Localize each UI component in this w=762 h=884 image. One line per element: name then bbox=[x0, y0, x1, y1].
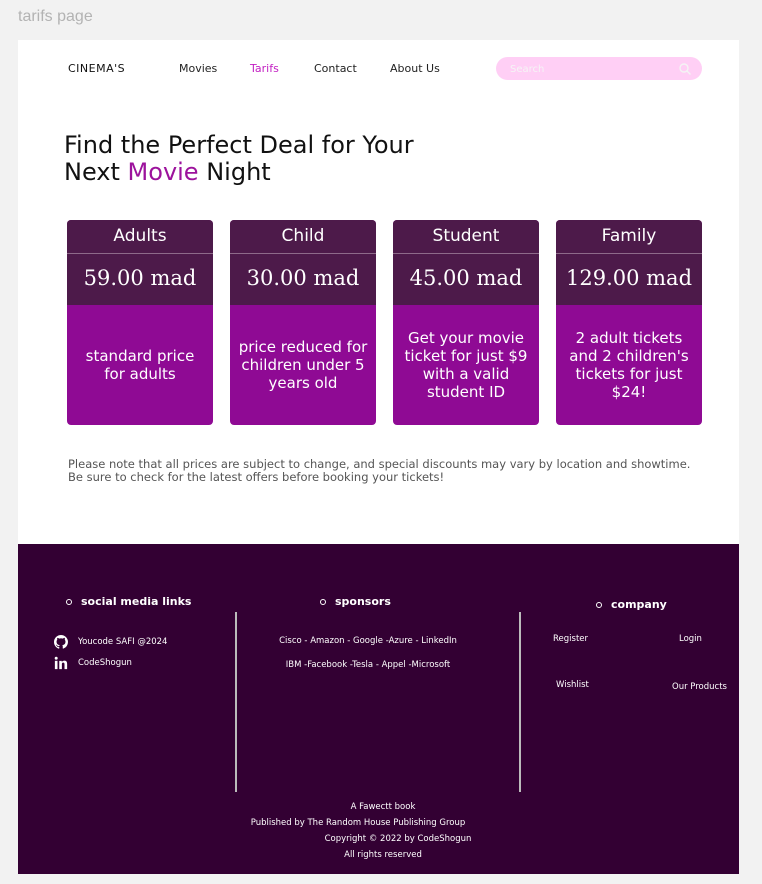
title-accent-word: Movie bbox=[127, 158, 199, 186]
pricing-card-family[interactable]: Family 129.00 mad 2 adult tickets and 2 … bbox=[556, 220, 702, 425]
company-link-our-products[interactable]: Our Products bbox=[672, 682, 727, 692]
card-description: Get your movie ticket for just $9 with a… bbox=[404, 329, 528, 401]
frame-label: tarifs page bbox=[18, 8, 93, 25]
tarifs-page: CINEMA'S Movies Tarifs Contact About Us … bbox=[18, 40, 739, 874]
credit-line: A Fawectt book bbox=[350, 802, 416, 812]
pricing-card-student[interactable]: Student 45.00 mad Get your movie ticket … bbox=[393, 220, 539, 425]
company-heading: company bbox=[596, 598, 667, 611]
card-price: 59.00 mad bbox=[67, 254, 213, 305]
footer-divider bbox=[519, 612, 521, 792]
bullet-icon bbox=[596, 602, 602, 608]
sponsors-line: IBM -Facebook -Tesla - Appel -Microsoft bbox=[285, 660, 451, 670]
social-label: CodeShogun bbox=[78, 658, 132, 668]
linkedin-icon bbox=[54, 656, 68, 670]
card-price: 30.00 mad bbox=[230, 254, 376, 305]
credit-line: Copyright © 2022 by CodeShogun bbox=[324, 834, 472, 844]
social-heading-label: social media links bbox=[81, 595, 192, 608]
nav-link-movies[interactable]: Movies bbox=[179, 62, 217, 75]
card-price: 45.00 mad bbox=[393, 254, 539, 305]
sponsors-line: Cisco - Amazon - Google -Azure - LinkedI… bbox=[279, 636, 457, 646]
page-title: Find the Perfect Deal for Your Next Movi… bbox=[64, 132, 484, 186]
footer: social media links Youcode SAFI @2024 Co… bbox=[18, 544, 739, 874]
nav-link-about-us[interactable]: About Us bbox=[390, 62, 440, 75]
nav-link-tarifs[interactable]: Tarifs bbox=[250, 62, 279, 75]
title-line-2-start: Next bbox=[64, 158, 128, 186]
footer-divider bbox=[235, 612, 237, 792]
social-link-github[interactable]: Youcode SAFI @2024 bbox=[54, 635, 167, 649]
social-heading: social media links bbox=[66, 595, 191, 608]
company-link-register[interactable]: Register bbox=[553, 634, 588, 644]
title-line-1: Find the Perfect Deal for Your bbox=[64, 131, 414, 159]
card-title: Family bbox=[556, 220, 702, 254]
card-title: Child bbox=[230, 220, 376, 254]
brand-logo[interactable]: CINEMA'S bbox=[68, 62, 125, 75]
github-icon bbox=[54, 635, 68, 649]
bullet-icon bbox=[320, 599, 326, 605]
nav-link-contact[interactable]: Contact bbox=[314, 62, 357, 75]
social-label: Youcode SAFI @2024 bbox=[78, 637, 168, 647]
card-price: 129.00 mad bbox=[556, 254, 702, 305]
search-input[interactable] bbox=[508, 60, 672, 78]
company-link-login[interactable]: Login bbox=[679, 634, 702, 644]
credit-line: All rights reserved bbox=[344, 850, 422, 860]
company-heading-label: company bbox=[611, 598, 667, 611]
card-title: Adults bbox=[67, 220, 213, 254]
pricing-card-adults[interactable]: Adults 59.00 mad standard price for adul… bbox=[67, 220, 213, 425]
sponsors-heading-label: sponsors bbox=[335, 595, 391, 608]
card-description: standard price for adults bbox=[85, 347, 195, 383]
social-link-linkedin[interactable]: CodeShogun bbox=[54, 656, 132, 670]
search-icon[interactable] bbox=[678, 62, 692, 76]
pricing-card-child[interactable]: Child 30.00 mad price reduced for childr… bbox=[230, 220, 376, 425]
card-title: Student bbox=[393, 220, 539, 254]
card-description: 2 adult tickets and 2 children's tickets… bbox=[569, 329, 689, 401]
credit-line: Published by The Random House Publishing… bbox=[250, 818, 466, 828]
title-line-2-end: Night bbox=[198, 158, 271, 186]
card-description: price reduced for children under 5 years… bbox=[238, 338, 368, 392]
sponsors-heading: sponsors bbox=[320, 595, 391, 608]
bullet-icon bbox=[66, 599, 72, 605]
company-link-wishlist[interactable]: Wishlist bbox=[556, 680, 589, 690]
search-bar bbox=[496, 57, 702, 80]
pricing-note: Please note that all prices are subject … bbox=[68, 457, 691, 484]
